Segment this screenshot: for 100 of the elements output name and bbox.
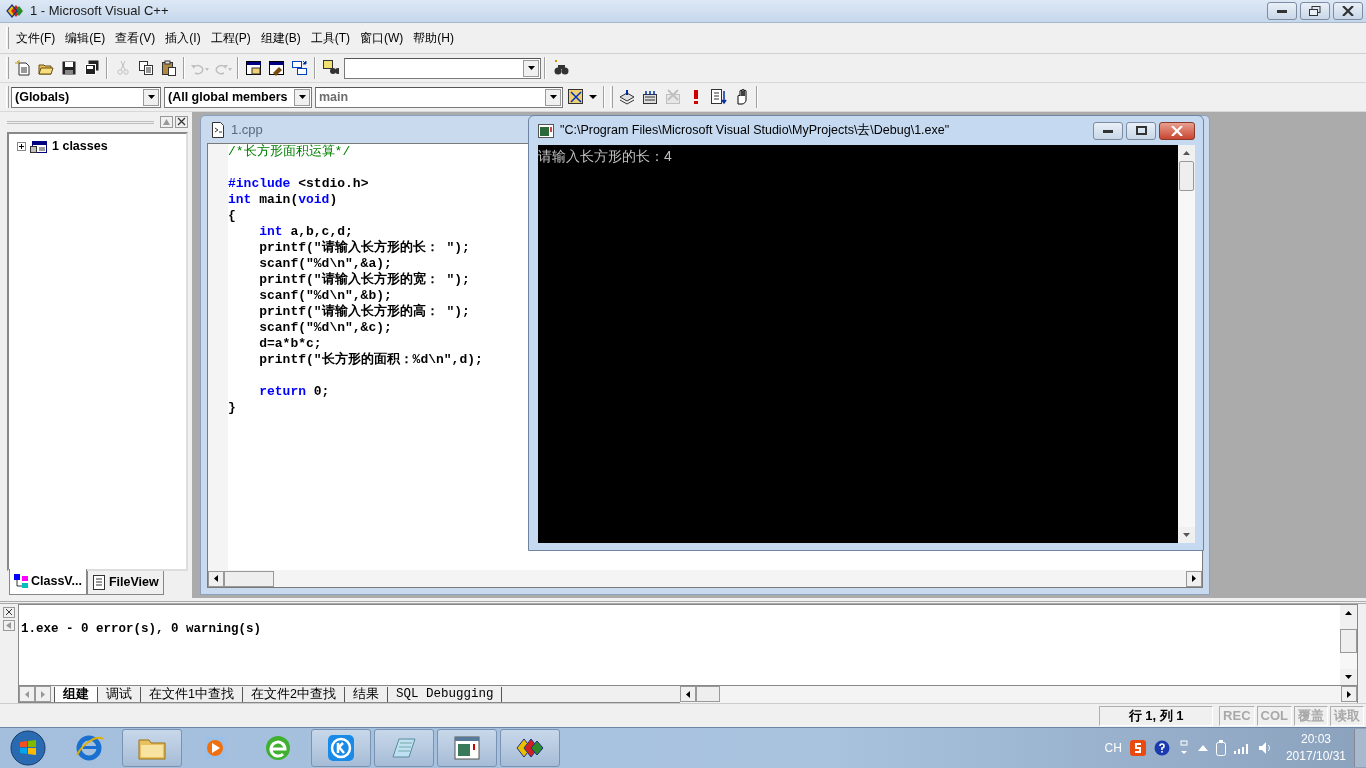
menu-item[interactable]: 插入(I): [160, 27, 206, 49]
scroll-right-icon: [1347, 690, 1351, 698]
console-icon: [538, 123, 554, 138]
output-tab[interactable]: 组建: [55, 686, 98, 702]
build-output-text: 1.exe - 0 error(s), 0 warning(s): [21, 621, 262, 638]
maximize-button[interactable]: [1126, 121, 1156, 140]
status-indicator: COL: [1256, 705, 1292, 726]
close-pane-icon[interactable]: [3, 607, 15, 618]
code-line: scanf("%d\n",&a);: [258, 256, 393, 271]
code-line: #include <stdio.h>: [228, 176, 370, 192]
code-line: int main(void): [228, 192, 339, 208]
scroll-left-icon: [686, 690, 690, 698]
workspace-tab[interactable]: ClassV...: [9, 569, 87, 595]
build-icon: [641, 89, 658, 105]
tree-item-label[interactable]: 1 classes: [52, 137, 108, 156]
minimize-icon: [1277, 9, 1287, 13]
restore-icon: [1309, 6, 1321, 16]
browser-icon: [74, 733, 104, 763]
code-line: return 0;: [258, 384, 331, 400]
caret-icon: [527, 66, 535, 70]
tree-expander-icon[interactable]: [17, 141, 26, 151]
taskbar-app-button[interactable]: [500, 729, 560, 767]
code-line: {: [228, 208, 237, 224]
code-line: printf("请输入长方形的宽： ");: [258, 272, 471, 288]
taskbar-app-button[interactable]: [311, 729, 371, 767]
output-window-icon: [268, 60, 285, 76]
minimize-button[interactable]: [1267, 2, 1297, 20]
clipboard-icon: [160, 60, 177, 76]
vertical-scrollbar[interactable]: [1178, 145, 1195, 543]
exclamation-icon: [693, 90, 698, 104]
windows-logo-icon: [10, 730, 46, 766]
editor-title: 1.cpp: [231, 120, 263, 139]
minimize-icon: [1103, 128, 1113, 133]
vertical-scrollbar[interactable]: [1340, 605, 1357, 685]
filter-combo[interactable]: (All global members: [164, 86, 312, 108]
scissors-icon: [114, 60, 131, 76]
class-combo[interactable]: (Globals): [11, 86, 161, 108]
member-combo[interactable]: main: [315, 86, 563, 108]
scrollbar-thumb[interactable]: [224, 570, 274, 587]
new-file-icon: [14, 60, 31, 76]
console-output-line: 请输入长方形的长：4: [538, 147, 673, 166]
copy-icon: [137, 60, 154, 76]
classes-icon: [30, 138, 48, 155]
stop-build-icon: [664, 89, 681, 105]
scroll-left-icon: [214, 575, 218, 582]
menu-item[interactable]: 工程(P): [205, 27, 256, 49]
code-line: scanf("%d\n",&c);: [258, 320, 393, 336]
code-line: }: [228, 400, 237, 416]
tab-scroll-right-button[interactable]: [35, 686, 51, 702]
close-button[interactable]: [1333, 2, 1363, 20]
window-icon: [452, 733, 482, 763]
taskbar-app-button[interactable]: [437, 729, 497, 767]
input-method-icon[interactable]: [1129, 740, 1146, 756]
compile-icon: [618, 89, 635, 105]
scroll-right-icon: [41, 690, 45, 698]
scrollbar-thumb[interactable]: [1340, 629, 1357, 653]
speaker-icon[interactable]: [1257, 741, 1272, 755]
cursor-position: 行 1, 列 1: [1099, 705, 1214, 726]
scroll-right-icon: [1192, 575, 1196, 582]
wizard-action-icon: [568, 89, 598, 105]
menu-item[interactable]: 工具(T): [305, 27, 355, 49]
menu-item[interactable]: 帮助(H): [408, 27, 459, 49]
menu-item[interactable]: 编辑(E): [60, 27, 111, 49]
menu-item[interactable]: 查看(V): [110, 27, 161, 49]
code-line: d=a*b*c;: [258, 336, 322, 352]
scrollbar-thumb[interactable]: [696, 686, 720, 702]
caret-icon: [549, 95, 557, 99]
window-list-icon: [291, 60, 308, 76]
horizontal-scrollbar[interactable]: [208, 570, 1202, 587]
code-line: int a,b,c,d;: [258, 224, 354, 240]
code-line: /*长方形面积运算*/: [228, 144, 352, 160]
close-icon: [1342, 6, 1354, 16]
class-tree-icon: [14, 574, 28, 589]
help-icon[interactable]: [1153, 740, 1170, 756]
k-logo-icon: [326, 733, 356, 763]
window-title: 1 - Microsoft Visual C++: [30, 2, 169, 21]
menu-item[interactable]: 窗口(W): [355, 27, 409, 49]
caret-icon: [147, 95, 155, 99]
find-combo[interactable]: [344, 57, 541, 79]
restore-button[interactable]: [1300, 2, 1330, 20]
scrollbar-thumb[interactable]: [1179, 161, 1194, 191]
find-in-files-icon: [322, 60, 339, 76]
minimize-button[interactable]: [1093, 121, 1123, 140]
horizontal-scrollbar[interactable]: [680, 685, 1357, 703]
browser-icon: [263, 733, 293, 763]
caret-icon: [298, 95, 306, 99]
menu-item[interactable]: 组建(B): [255, 27, 306, 49]
close-pane-icon[interactable]: [175, 116, 188, 128]
tab-scroll-left-button[interactable]: [19, 686, 35, 702]
close-button[interactable]: [1159, 121, 1195, 140]
code-line: printf("长方形的面积：%d\n",d);: [258, 352, 483, 368]
save-all-icon: [83, 60, 100, 76]
app-logo-icon: [5, 2, 24, 20]
status-indicator: 覆盖: [1294, 705, 1328, 726]
file-icon: [91, 575, 106, 590]
code-line: scanf("%d\n",&b);: [258, 288, 393, 303]
maximize-icon: [1135, 126, 1147, 135]
menu-item[interactable]: 文件(F): [11, 27, 61, 49]
scroll-left-icon: [25, 690, 29, 698]
workspace-tab[interactable]: FileView: [86, 571, 164, 595]
